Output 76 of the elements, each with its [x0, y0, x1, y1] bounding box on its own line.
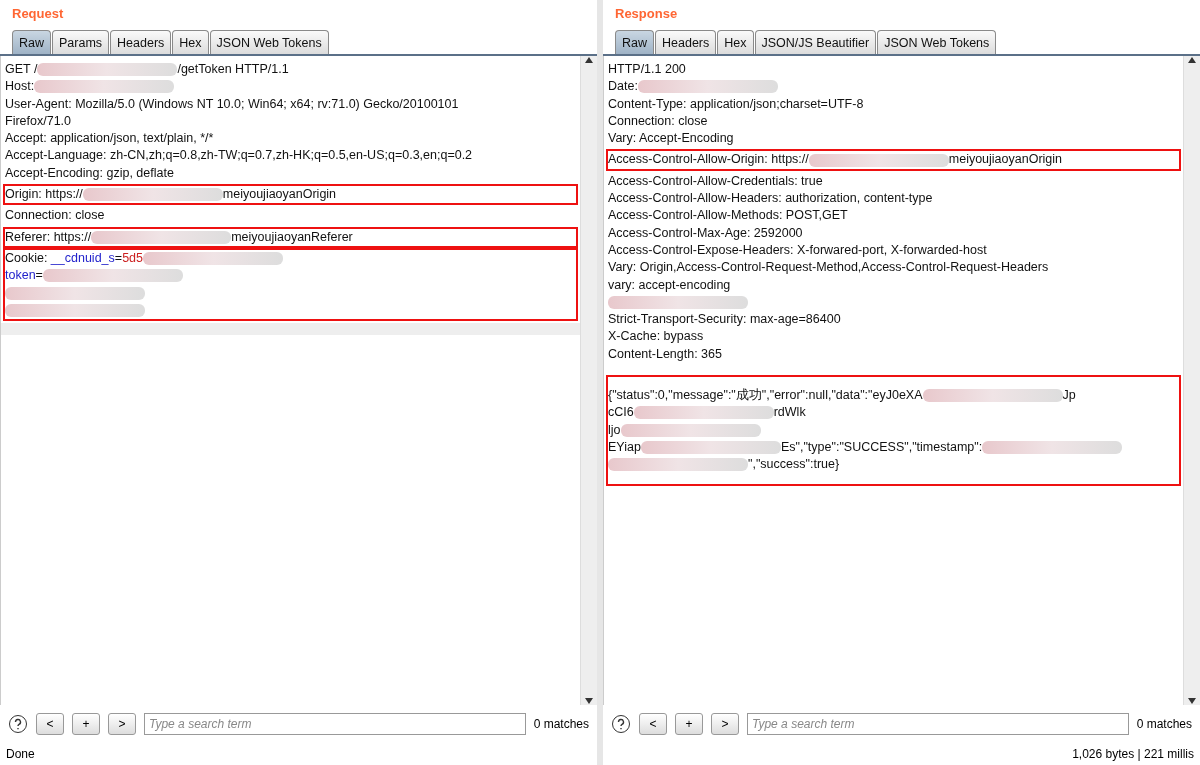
code-text: Access-Control-Expose-Headers: X-forwared-port, X-forwarded-host — [608, 241, 987, 259]
code-text: Cookie: — [5, 249, 49, 267]
code-text: Strict-Transport-Security: max-age=86400 — [608, 311, 841, 329]
code-text: = — [114, 249, 123, 267]
code-text: token — [5, 267, 36, 285]
code-text: 5d5 — [122, 249, 143, 267]
scroll-up-icon[interactable] — [584, 56, 594, 64]
scroll-down-icon[interactable] — [584, 697, 594, 705]
tab[interactable]: Headers — [110, 30, 172, 54]
code-text: meiyoujiaoyanReferer — [231, 228, 353, 246]
code-text: {"status":0,"message":"成功","error":null,"data":"eyJ0eXA — [608, 387, 923, 405]
code-text: __cdnuid_s — [50, 249, 115, 267]
scroll-up-icon[interactable] — [1187, 56, 1197, 64]
code-text: meiyoujiaoyanOrigin — [948, 151, 1063, 169]
code-text: Access-Control-Allow-Methods: POST,GET — [608, 207, 848, 225]
code-text: Origin: https:// — [5, 186, 83, 204]
code-text: Access-Control-Allow-Headers: authorization, content-type — [608, 190, 933, 208]
tab[interactable]: JSON/JS Beautifier — [754, 30, 877, 54]
nav-button[interactable]: + — [72, 713, 100, 735]
code-text: rdWlk — [773, 404, 806, 422]
nav-button[interactable]: > — [711, 713, 739, 735]
code-text: Accept-Encoding: gzip, deflate — [5, 164, 174, 182]
code-text: Connection: close — [608, 112, 708, 130]
scrollbar[interactable] — [580, 56, 597, 705]
code-text: Access-Control-Allow-Origin: https:// — [608, 151, 809, 169]
code-text: ljo — [608, 421, 621, 439]
match-count: 0 matches — [533, 717, 589, 731]
help-icon[interactable] — [611, 714, 631, 734]
help-icon[interactable] — [8, 714, 28, 734]
code-text: cCI6 — [608, 404, 634, 422]
code-text: Host: — [5, 78, 35, 96]
code-text: EYiap — [608, 438, 641, 456]
status-text: Done — [6, 747, 35, 761]
code-text: Es","type":"SUCCESS","timestamp": — [780, 438, 983, 456]
match-count: 0 matches — [1136, 717, 1192, 731]
code-text: meiyoujiaoyanOrigin — [222, 186, 337, 204]
tab[interactable]: Raw — [12, 30, 51, 54]
tab[interactable]: Hex — [717, 30, 754, 54]
code-text: ","success":true} — [748, 456, 840, 474]
code-text: vary: accept-encoding — [608, 276, 731, 294]
panel-title: Request — [11, 5, 65, 23]
code-text: Referer: https:// — [5, 228, 92, 246]
nav-button[interactable]: < — [639, 713, 667, 735]
nav-button[interactable]: + — [675, 713, 703, 735]
code-text: Content-Type: application/json;charset=UTF-8 — [608, 95, 864, 113]
code-text: User-Agent: Mozilla/5.0 (Windows NT 10.0; Win64; x64; rv:71.0) Gecko/20100101 — [5, 95, 459, 113]
code-text: GET / — [5, 61, 38, 78]
tab[interactable]: JSON Web Tokens — [209, 30, 329, 54]
code-text: X-Cache: bypass — [608, 328, 704, 346]
nav-button[interactable]: > — [108, 713, 136, 735]
code-text: Content-Length: 365 — [608, 345, 722, 363]
code-text: Firefox/71.0 — [5, 112, 71, 130]
tab[interactable]: Params — [52, 30, 110, 54]
code-text: Date: — [608, 78, 638, 96]
tab[interactable]: JSON Web Tokens — [877, 30, 997, 54]
code-text: HTTP/1.1 200 — [608, 61, 686, 78]
code-text: Connection: close — [5, 207, 105, 225]
code-text: Access-Control-Allow-Credentials: true — [608, 172, 823, 190]
nav-button[interactable]: < — [36, 713, 64, 735]
tab[interactable]: Headers — [655, 30, 717, 54]
code-text: /getToken HTTP/1.1 — [177, 61, 289, 78]
scrollbar[interactable] — [1183, 56, 1200, 705]
code-text: Vary: Accept-Encoding — [608, 130, 734, 148]
code-text: Accept: application/json, text/plain, */* — [5, 130, 214, 148]
scroll-down-icon[interactable] — [1187, 697, 1197, 705]
search-field[interactable]: Type a search term — [747, 713, 1129, 735]
status-text: 1,026 bytes | 221 millis — [1072, 747, 1194, 761]
code-text: Access-Control-Max-Age: 2592000 — [608, 224, 803, 242]
tab[interactable]: Hex — [172, 30, 209, 54]
panel-title: Response — [614, 5, 679, 23]
code-text: Jp — [1062, 387, 1076, 405]
tab[interactable]: Raw — [615, 30, 654, 54]
code-text: Accept-Language: zh-CN,zh;q=0.8,zh-TW;q=0.7,zh-HK;q=0.5,en-US;q=0.3,en;q=0.2 — [5, 147, 473, 165]
code-text: Vary: Origin,Access-Control-Request-Method,Access-Control-Request-Headers — [608, 259, 1049, 277]
search-field[interactable]: Type a search term — [144, 713, 526, 735]
code-text: = — [35, 267, 43, 285]
